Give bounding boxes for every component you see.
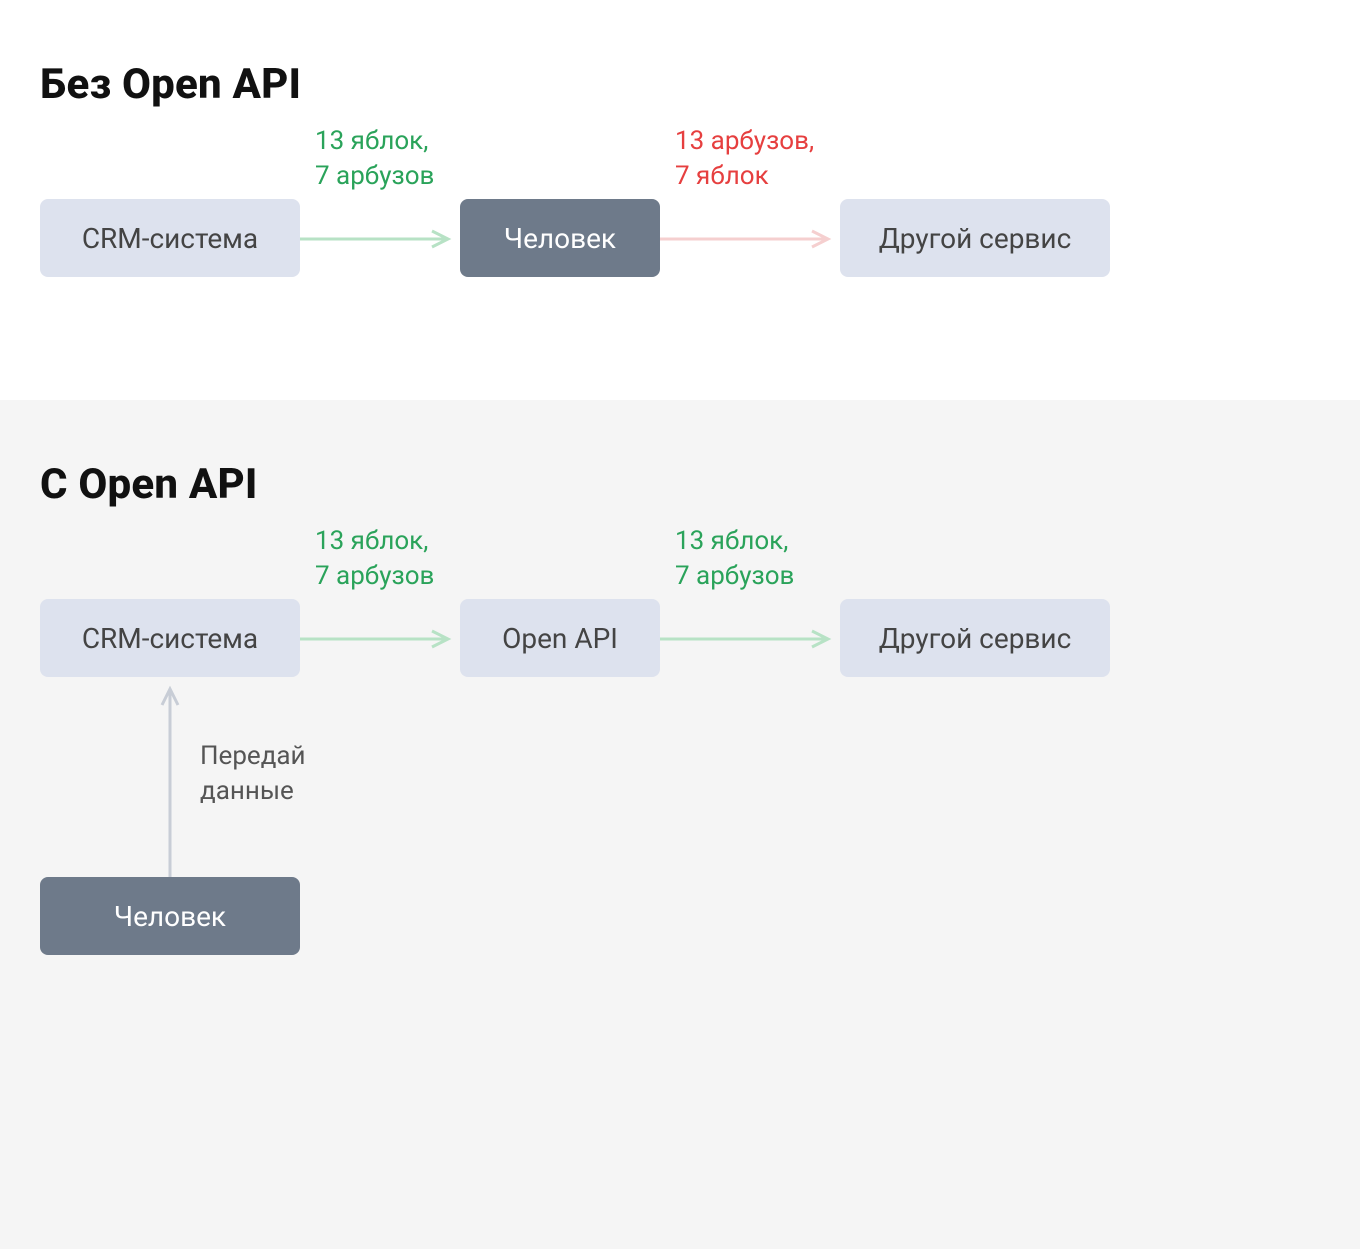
node-openapi-label: Open API	[502, 622, 618, 655]
node-human: Человек	[460, 199, 660, 277]
node-crm-2: CRM-система	[40, 599, 300, 677]
section-with-open-api: C Open API CRM-система Open API Другой с…	[0, 400, 1360, 1249]
flow-label-left-2: 13 яблок, 7 арбузов	[315, 524, 434, 594]
flow-label-transfer-line2: данные	[200, 774, 306, 809]
arrow-crm-to-openapi	[300, 629, 460, 649]
node-other-service: Другой сервис	[840, 199, 1110, 277]
node-human-2-label: Человек	[114, 900, 226, 933]
arrow-human-to-crm	[155, 677, 185, 877]
flow-row-without: CRM-система Человек Другой сервис 13 ябл…	[40, 199, 1320, 277]
arrow-crm-to-human	[300, 229, 460, 249]
node-other-service-label: Другой сервис	[879, 222, 1072, 255]
flow-label-good-line2: 7 арбузов	[315, 159, 434, 194]
node-human-label: Человек	[504, 222, 616, 255]
section-title-with: C Open API	[40, 460, 1320, 509]
flow-label-left-2-line2: 7 арбузов	[315, 559, 434, 594]
flow-label-bad-line1: 13 арбузов,	[675, 124, 814, 159]
node-crm: CRM-система	[40, 199, 300, 277]
flow-label-transfer: Передай данные	[200, 739, 306, 809]
flow-label-right-2-line1: 13 яблок,	[675, 524, 794, 559]
node-human-2: Человек	[40, 877, 300, 955]
flow-label-bad-line2: 7 яблок	[675, 159, 814, 194]
flow-label-right-2-line2: 7 арбузов	[675, 559, 794, 594]
node-crm-2-label: CRM-система	[82, 622, 258, 655]
flow-label-transfer-line1: Передай	[200, 739, 306, 774]
node-crm-label: CRM-система	[82, 222, 258, 255]
section-without-open-api: Без Open API CRM-система Человек Другой …	[0, 0, 1360, 400]
flow-label-left-2-line1: 13 яблок,	[315, 524, 434, 559]
section-title-without: Без Open API	[40, 60, 1320, 109]
arrow-openapi-to-other	[660, 629, 840, 649]
flow-row-with: CRM-система Open API Другой сервис 13 яб…	[40, 599, 1320, 677]
flow-label-good: 13 яблок, 7 арбузов	[315, 124, 434, 194]
node-other-service-2: Другой сервис	[840, 599, 1110, 677]
node-openapi: Open API	[460, 599, 660, 677]
node-other-service-2-label: Другой сервис	[879, 622, 1072, 655]
flow-label-bad: 13 арбузов, 7 яблок	[675, 124, 814, 194]
flow-label-good-line1: 13 яблок,	[315, 124, 434, 159]
flow-label-right-2: 13 яблок, 7 арбузов	[675, 524, 794, 594]
arrow-human-to-other	[660, 229, 840, 249]
